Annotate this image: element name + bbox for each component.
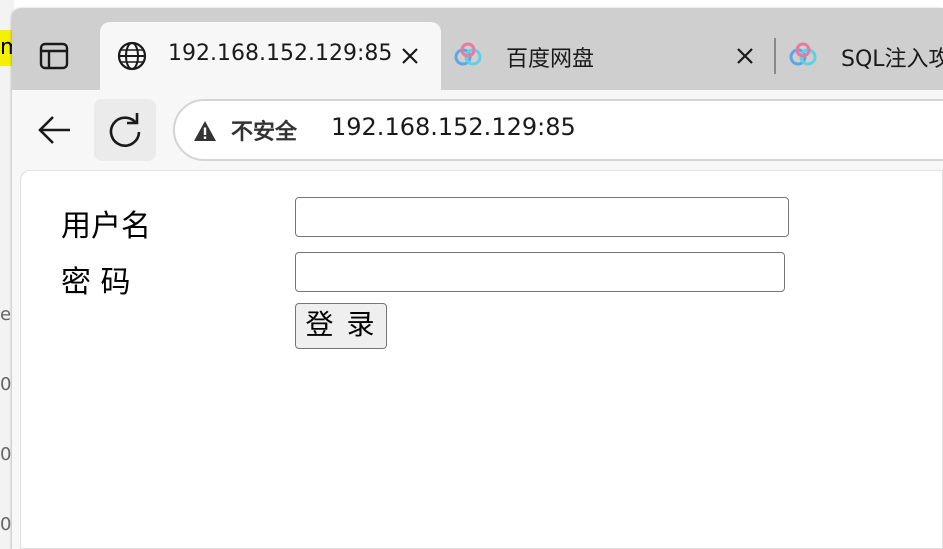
username-input[interactable] (295, 197, 789, 237)
toolbar: 不安全 192.168.152.129:85 (12, 90, 943, 166)
tab-separator (774, 38, 776, 74)
security-status[interactable]: 不安全 (231, 114, 297, 146)
tab-title: 百度网盘 (506, 47, 595, 72)
login-button[interactable]: 登 录 (295, 303, 387, 349)
tab-active[interactable]: 192.168.152.129:85 (100, 22, 441, 90)
address-bar[interactable]: 不安全 192.168.152.129:85 (173, 99, 943, 161)
tab-baidu-netdisk[interactable]: 百度网盘 (442, 22, 772, 90)
close-icon[interactable] (733, 44, 757, 68)
tab-title: 192.168.152.129:85 (168, 41, 393, 66)
tab-actions-button[interactable] (34, 36, 74, 76)
tab-sql-injection[interactable]: SQL注入攻 (777, 22, 943, 90)
arrow-left-icon (38, 116, 70, 144)
reload-icon (109, 113, 141, 147)
back-button[interactable] (24, 99, 86, 161)
username-label: 用户名 (61, 209, 151, 244)
warning-icon[interactable] (193, 119, 217, 143)
baidu-netdisk-icon (454, 42, 482, 66)
password-label: 密 码 (61, 265, 131, 300)
close-icon[interactable] (398, 44, 422, 68)
baidu-netdisk-icon (789, 42, 817, 66)
browser-window: 192.168.152.129:85 百度网盘 SQL注入攻 不安全 192.1… (12, 8, 943, 549)
reload-button[interactable] (94, 99, 156, 161)
password-input[interactable] (295, 252, 785, 292)
url-text[interactable]: 192.168.152.129:85 (331, 113, 576, 141)
tab-actions-icon (39, 42, 69, 70)
globe-icon (117, 41, 147, 71)
tab-title: SQL注入攻 (841, 47, 943, 72)
page-content: 用户名 密 码 登 录 (20, 170, 943, 549)
tab-strip: 192.168.152.129:85 百度网盘 SQL注入攻 (12, 8, 943, 90)
